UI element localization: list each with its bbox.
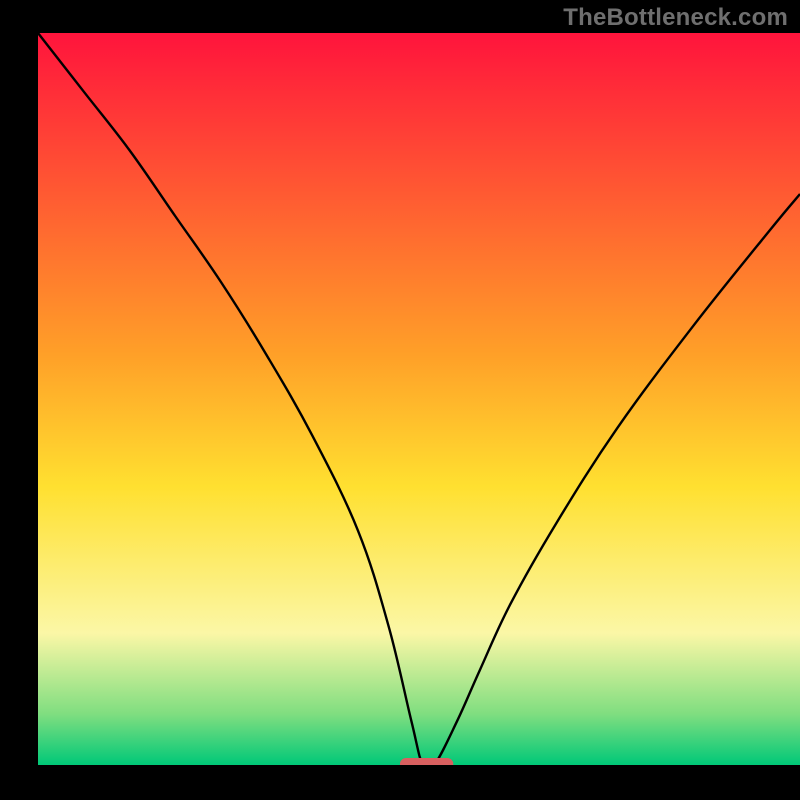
chart-stage: TheBottleneck.com	[0, 0, 800, 800]
bottleneck-chart-svg	[0, 0, 800, 800]
gradient-plot-area	[38, 33, 800, 765]
watermark-text: TheBottleneck.com	[563, 4, 788, 32]
